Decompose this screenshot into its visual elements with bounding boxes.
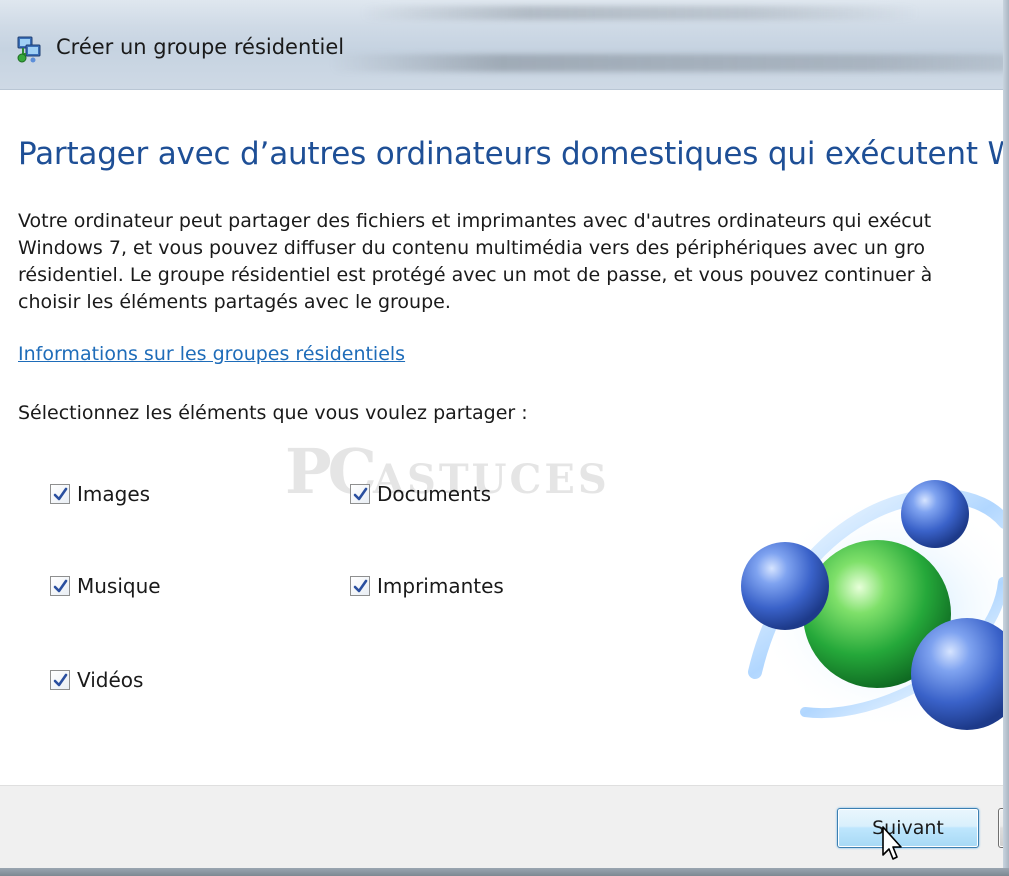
blurred-background-text <box>360 6 920 20</box>
select-items-label: Sélectionnez les éléments que vous voule… <box>18 402 528 424</box>
checkmark-icon <box>53 579 67 592</box>
page-heading: Partager avec d’autres ordinateurs domes… <box>18 136 1009 172</box>
next-button[interactable]: Suivant <box>837 808 979 848</box>
checkbox-images[interactable]: Images <box>50 482 150 506</box>
checkbox-label: Documents <box>377 482 492 506</box>
checkbox-box[interactable] <box>50 576 70 596</box>
window-title: Créer un groupe résidentiel <box>56 35 345 59</box>
checkbox-videos[interactable]: Vidéos <box>50 668 143 692</box>
title-bar[interactable]: Créer un groupe résidentiel <box>0 0 1009 90</box>
description-line: Votre ordinateur peut partager des fichi… <box>18 210 932 232</box>
checkbox-box[interactable] <box>350 576 370 596</box>
description-line: choisir les éléments partagés avec le gr… <box>18 291 451 313</box>
checkbox-label: Musique <box>77 574 161 598</box>
homegroup-wizard-window: Créer un groupe résidentiel Partager ave… <box>0 0 1009 876</box>
window-bottom-border <box>0 868 1009 876</box>
checkbox-box[interactable] <box>50 484 70 504</box>
blurred-background-text <box>330 54 1009 72</box>
checkbox-label: Vidéos <box>77 668 144 692</box>
description-line: résidentiel. Le groupe résidentiel est p… <box>18 264 933 286</box>
window-right-border <box>1003 0 1009 876</box>
checkbox-label: Imprimantes <box>377 574 504 598</box>
checkmark-icon <box>53 673 67 686</box>
checkmark-icon <box>53 487 67 500</box>
checkmark-icon <box>353 487 367 500</box>
mouse-cursor-icon <box>882 826 902 860</box>
description-text: Votre ordinateur peut partager des fichi… <box>18 208 1009 316</box>
checkbox-label: Images <box>77 482 151 506</box>
checkbox-box[interactable] <box>350 484 370 504</box>
checkbox-musique[interactable]: Musique <box>50 574 161 598</box>
homegroup-info-link[interactable]: Informations sur les groupes résidentiel… <box>18 343 405 365</box>
homegroup-spheres-illustration <box>741 480 1009 732</box>
checkbox-documents[interactable]: Documents <box>350 482 491 506</box>
checkmark-icon <box>353 579 367 592</box>
checkbox-box[interactable] <box>50 670 70 690</box>
checkbox-imprimantes[interactable]: Imprimantes <box>350 574 504 598</box>
homegroup-network-icon <box>17 36 41 63</box>
description-line: Windows 7, et vous pouvez diffuser du co… <box>18 237 926 259</box>
